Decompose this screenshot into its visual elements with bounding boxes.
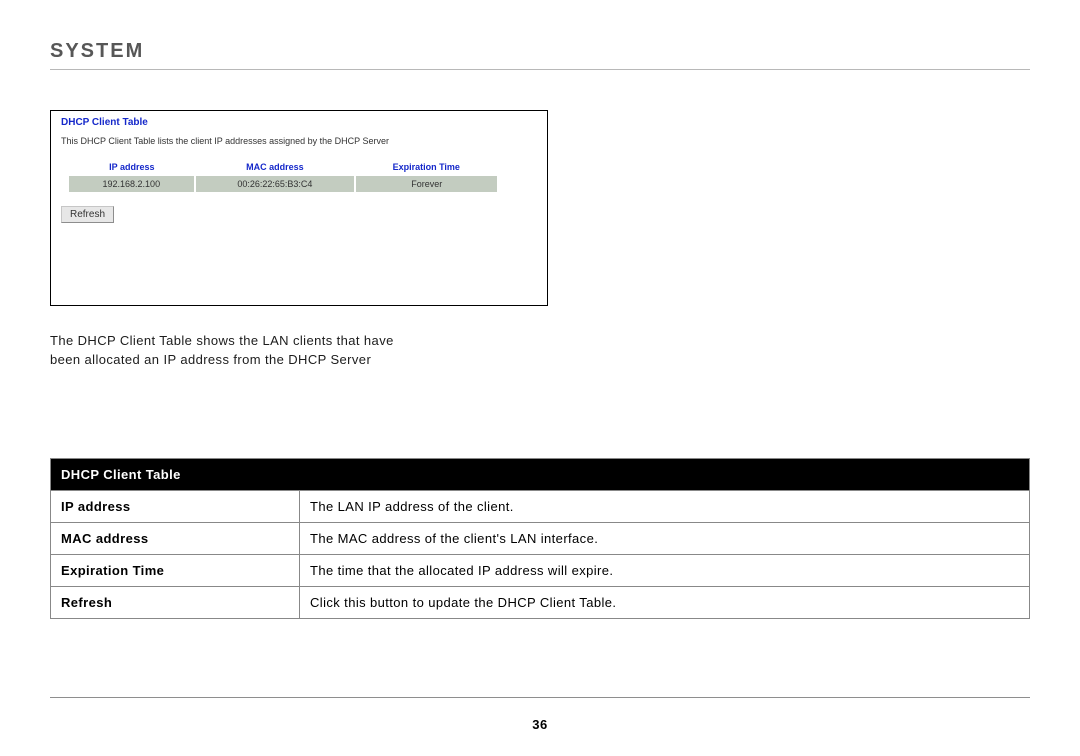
- cell-mac: 00:26:22:65:B3:C4: [195, 176, 356, 192]
- caption-line-1: The DHCP Client Table shows the LAN clie…: [50, 333, 394, 348]
- spec-desc: The time that the allocated IP address w…: [300, 554, 1030, 586]
- spec-name: Expiration Time: [51, 554, 300, 586]
- dhcp-screenshot: DHCP Client Table This DHCP Client Table…: [50, 110, 548, 306]
- footer-rule: [50, 697, 1030, 698]
- spec-table-header: DHCP Client Table: [51, 458, 1030, 490]
- screenshot-description: This DHCP Client Table lists the client …: [61, 136, 537, 146]
- cell-exp: Forever: [355, 176, 497, 192]
- col-expiration-time: Expiration Time: [355, 160, 497, 176]
- col-mac-address: MAC address: [195, 160, 356, 176]
- spec-table: DHCP Client Table IP address The LAN IP …: [50, 458, 1030, 619]
- refresh-button[interactable]: Refresh: [61, 206, 114, 223]
- page-number: 36: [0, 717, 1080, 732]
- spec-row: Expiration Time The time that the alloca…: [51, 554, 1030, 586]
- cell-ip: 192.168.2.100: [69, 176, 195, 192]
- spec-name: MAC address: [51, 522, 300, 554]
- spec-row: IP address The LAN IP address of the cli…: [51, 490, 1030, 522]
- spec-name: IP address: [51, 490, 300, 522]
- caption-line-2: been allocated an IP address from the DH…: [50, 352, 371, 367]
- spec-desc: Click this button to update the DHCP Cli…: [300, 586, 1030, 618]
- screenshot-title: DHCP Client Table: [61, 117, 537, 128]
- title-rule: [50, 69, 1030, 70]
- table-header-row: IP address MAC address Expiration Time: [69, 160, 497, 176]
- spec-name: Refresh: [51, 586, 300, 618]
- screenshot-caption: The DHCP Client Table shows the LAN clie…: [50, 332, 530, 370]
- spec-row: MAC address The MAC address of the clien…: [51, 522, 1030, 554]
- spec-row: Refresh Click this button to update the …: [51, 586, 1030, 618]
- table-row: 192.168.2.100 00:26:22:65:B3:C4 Forever: [69, 176, 497, 192]
- page-title: SYSTEM: [50, 40, 1030, 63]
- dhcp-client-table: IP address MAC address Expiration Time 1…: [69, 160, 497, 192]
- spec-desc: The LAN IP address of the client.: [300, 490, 1030, 522]
- col-ip-address: IP address: [69, 160, 195, 176]
- spec-desc: The MAC address of the client's LAN inte…: [300, 522, 1030, 554]
